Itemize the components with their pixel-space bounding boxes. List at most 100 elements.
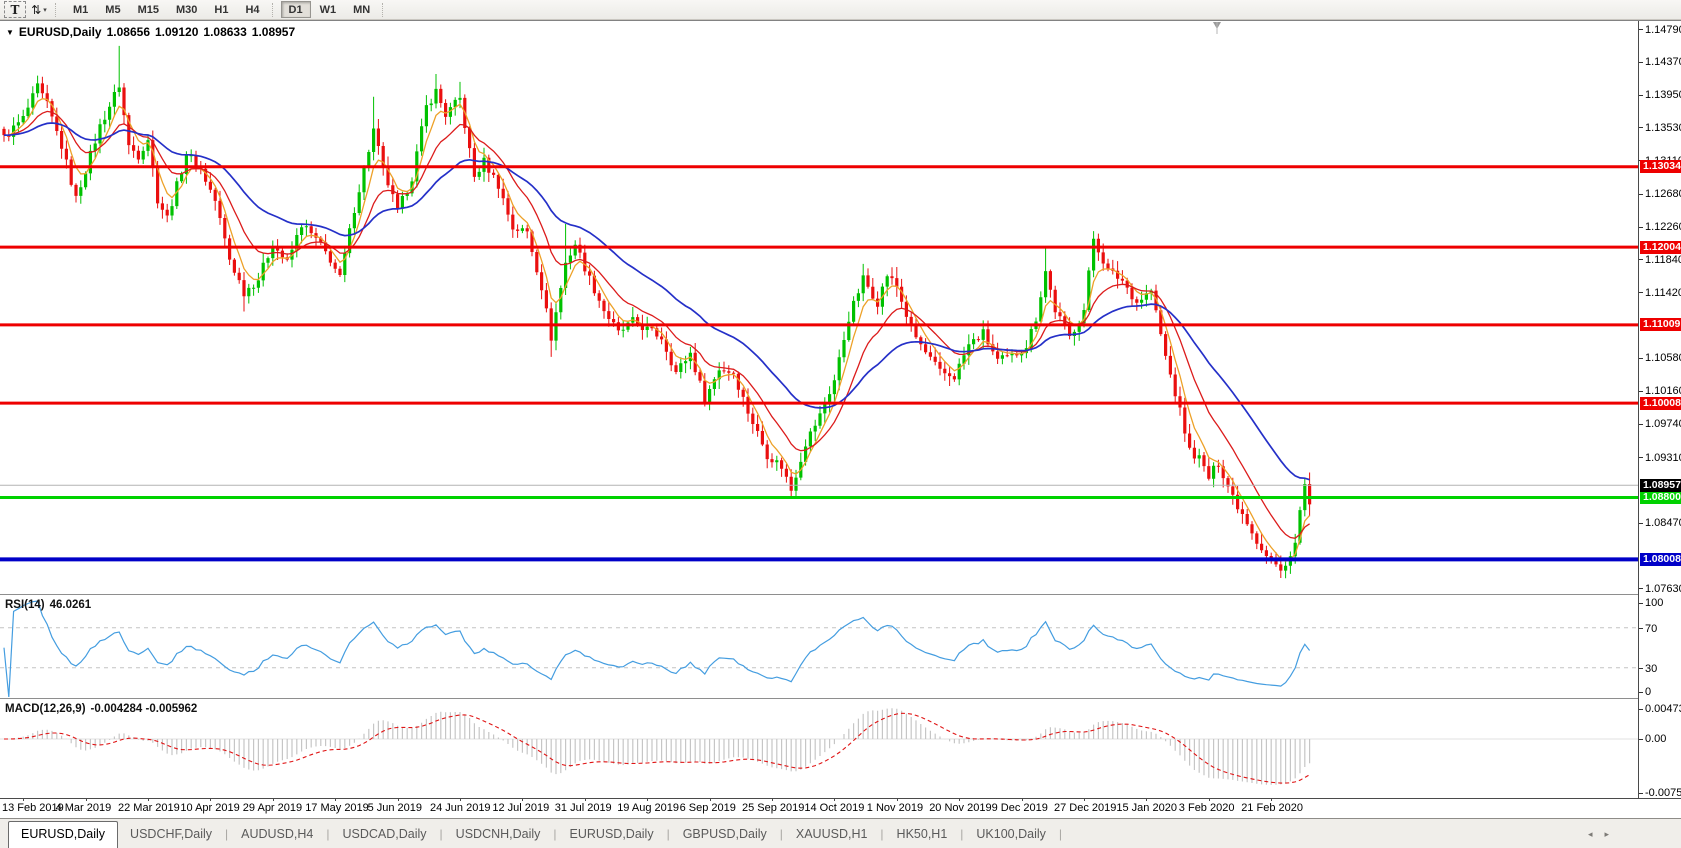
price-tick-label: 1.12680 — [1645, 188, 1681, 201]
date-tick-mark — [1084, 798, 1085, 801]
mt4-application: T ⇅ ▾ M1 M5 M15 M30 H1 H4 D1 W1 MN ▼ EURUSD,Dail… — [0, 0, 1681, 848]
price-badge-level-1.12004: 1.12004 — [1640, 240, 1681, 254]
date-tick-mark — [647, 798, 649, 801]
rsi-title: RSI(14) 46.0261 — [5, 599, 91, 611]
panel-divider-macd[interactable] — [0, 698, 1681, 700]
macd-tick-mark — [1639, 738, 1643, 740]
price-tick-mark — [1639, 390, 1643, 392]
timeframe-button-group: M1 M5 M15 M30 H1 H4 D1 W1 MN — [65, 1, 390, 18]
tab-separator: | — [1058, 827, 1063, 841]
price-tick-label: 1.10160 — [1645, 385, 1681, 398]
price-chart-canvas[interactable] — [0, 21, 1638, 798]
timeframe-button-m30[interactable]: M30 — [168, 1, 205, 18]
timeframe-button-m15[interactable]: M15 — [130, 1, 167, 18]
date-tick-mark — [896, 798, 898, 801]
timeframe-button-m1[interactable]: M1 — [65, 1, 96, 18]
price-tick-mark — [1639, 94, 1643, 96]
date-label: 10 Apr 2019 — [180, 802, 240, 814]
price-tick-mark — [1639, 292, 1643, 294]
symbol-dropdown-icon[interactable]: ▼ — [6, 28, 14, 37]
cursor-tool-button[interactable]: ⇅ ▾ — [28, 1, 50, 18]
date-label: 9 Dec 2019 — [991, 802, 1048, 814]
time-axis-line — [0, 798, 1681, 799]
tab-gbpusd-daily[interactable]: GBPUSD,Daily — [671, 823, 779, 848]
timeframe-button-h1[interactable]: H1 — [206, 1, 236, 18]
timeframe-button-mn[interactable]: MN — [345, 1, 378, 18]
date-label: 13 Feb 2019 — [2, 802, 64, 814]
price-badge-current: 1.08957 — [1640, 478, 1681, 492]
price-tick-label: 1.09310 — [1645, 451, 1681, 464]
date-label: 1 Nov 2019 — [866, 802, 924, 814]
rsi-line — [3, 600, 1311, 698]
chart-title-symbol: EURUSD,Daily — [18, 25, 102, 39]
tab-xauusd-h1[interactable]: XAUUSD,H1 — [784, 823, 880, 848]
timeframe-button-h4[interactable]: H4 — [237, 1, 267, 18]
date-label: 3 Feb 2020 — [1178, 802, 1235, 814]
candle-wicks-bear — [3, 76, 1311, 578]
date-tick-mark — [834, 798, 836, 801]
date-label: 21 Feb 2020 — [1241, 802, 1303, 814]
date-tick-mark — [397, 798, 399, 801]
price-tick-label: 1.10580 — [1645, 352, 1681, 365]
chart-window[interactable]: ▼ EURUSD,Daily 1.08656 1.09120 1.08633 1… — [0, 20, 1681, 818]
timeframe-button-w1[interactable]: W1 — [312, 1, 345, 18]
date-label: 27 Dec 2019 — [1054, 802, 1117, 814]
tab-scroll-left-icon[interactable]: ◂ — [1588, 828, 1593, 840]
date-tick-mark — [1208, 798, 1210, 801]
price-tick-label: 1.13530 — [1645, 121, 1681, 134]
price-tick-label: 1.11840 — [1645, 253, 1681, 266]
rsi-tick-mark — [1639, 602, 1643, 604]
timeframe-button-m5[interactable]: M5 — [97, 1, 128, 18]
date-label: 19 Aug 2019 — [617, 802, 679, 814]
tab-audusd-h4[interactable]: AUDUSD,H4 — [229, 823, 325, 848]
price-tick-label: 1.08470 — [1645, 517, 1681, 530]
rsi-tick-mark — [1639, 668, 1643, 670]
macd-tick-mark — [1639, 708, 1643, 710]
price-axis[interactable]: 1.147901.143701.139501.135301.131101.126… — [1638, 21, 1681, 799]
date-label: 22 Mar 2019 — [118, 802, 180, 814]
date-tick-mark — [1146, 798, 1148, 801]
tab-hk50-h1[interactable]: HK50,H1 — [885, 823, 960, 848]
tab-usdcad-daily[interactable]: USDCAD,Daily — [331, 823, 439, 848]
date-label: 15 Jan 2020 — [1116, 802, 1177, 814]
ohlc-low: 1.08633 — [203, 25, 247, 39]
chart-tabs: EURUSD,Daily USDCHF,Daily | AUDUSD,H4 | USDCA… — [0, 821, 1063, 848]
panel-divider-rsi[interactable] — [0, 594, 1681, 596]
ma-line-34 — [3, 122, 1310, 481]
date-tick-mark — [959, 798, 961, 801]
rsi-value: 46.0261 — [49, 599, 92, 611]
tab-usdchf-daily[interactable]: USDCHF,Daily — [118, 823, 224, 848]
macd-axis-label: 0.00 — [1645, 733, 1667, 745]
tab-eurusd-daily[interactable]: EURUSD,Daily — [8, 821, 119, 848]
timeframe-button-d1[interactable]: D1 — [280, 1, 311, 18]
tab-uk100-daily[interactable]: UK100,Daily — [964, 823, 1057, 848]
tab-eurusd-daily[interactable]: EURUSD,Daily — [558, 823, 666, 848]
rsi-axis-label: 0 — [1645, 686, 1652, 698]
date-tick-mark — [272, 798, 274, 801]
macd-axis-label: -0.007584 — [1645, 787, 1681, 799]
date-label: 12 Jul 2019 — [492, 802, 550, 814]
date-label: 31 Jul 2019 — [554, 802, 612, 814]
ohlc-close: 1.08957 — [251, 25, 296, 39]
chart-tabs-bar: EURUSD,Daily USDCHF,Daily | AUDUSD,H4 | USDCA… — [0, 818, 1681, 848]
date-tick-mark — [1271, 798, 1273, 801]
date-label: 24 Jun 2019 — [430, 802, 491, 814]
date-tick-mark — [23, 798, 25, 801]
date-tick-mark — [85, 798, 87, 801]
macd-title: MACD(12,26,9) -0.004284 -0.005962 — [5, 703, 197, 715]
price-tick-label: 1.09740 — [1645, 418, 1681, 431]
rsi-name: RSI(14) — [5, 599, 45, 611]
price-badge-level-1.08800: 1.08800 — [1640, 490, 1681, 504]
text-tool-button[interactable]: T — [4, 1, 26, 18]
tab-usdcnh-daily[interactable]: USDCNH,Daily — [444, 823, 553, 848]
text-tool-icon: T — [10, 2, 20, 17]
date-label: 29 Apr 2019 — [242, 802, 303, 814]
double-arrow-icon: ⇅ — [31, 2, 42, 17]
rsi-axis-label: 70 — [1645, 622, 1658, 635]
tab-scroll-right-icon[interactable]: ▸ — [1604, 828, 1609, 840]
date-tick-mark — [335, 798, 337, 801]
ohlc-high: 1.09120 — [155, 25, 199, 39]
date-label: 20 Nov 2019 — [929, 802, 992, 814]
rsi-axis-label: 30 — [1645, 662, 1658, 675]
price-badge-level-1.10008: 1.10008 — [1640, 396, 1681, 410]
